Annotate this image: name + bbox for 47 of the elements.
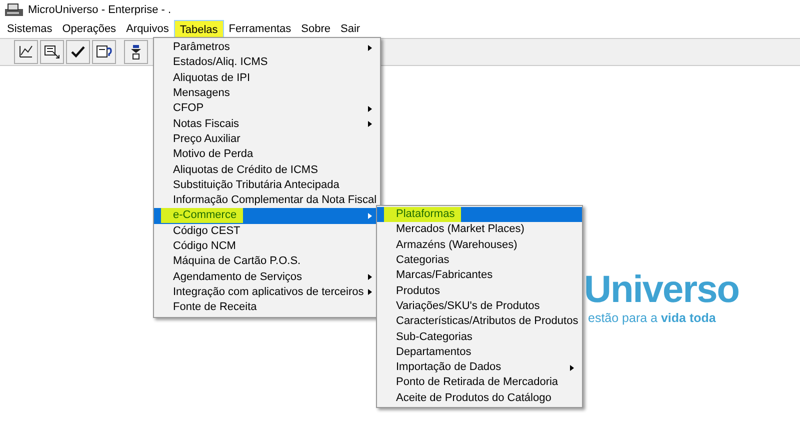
- menu-item[interactable]: Informação Complementar da Nota Fiscal: [154, 192, 380, 208]
- menu-item[interactable]: Armazéns (Warehouses): [377, 238, 582, 253]
- menu-item[interactable]: Importação de Dados: [377, 360, 582, 376]
- toolbar-button[interactable]: [14, 40, 38, 64]
- menu-item[interactable]: Marcas/Fabricantes: [377, 268, 582, 284]
- menu-bar-item[interactable]: Ferramentas: [224, 20, 296, 38]
- app-icon: [4, 3, 24, 17]
- menu-bar-item[interactable]: Sistemas: [2, 20, 58, 38]
- toolbar-button[interactable]: [66, 40, 90, 64]
- menu-item[interactable]: Ponto de Retirada de Mercadoria: [377, 375, 582, 391]
- menu-item[interactable]: Preço Auxiliar: [154, 132, 380, 148]
- menu-item[interactable]: Agendamento de Serviços: [154, 269, 380, 285]
- menu-bar-item[interactable]: Sobre: [296, 20, 336, 38]
- menu-item[interactable]: Código CEST: [154, 224, 380, 239]
- menu-bar-item[interactable]: Operações: [57, 20, 122, 38]
- menu-item[interactable]: Características/Atributos de Produtos: [377, 314, 582, 330]
- menu-item[interactable]: Aliquotas de Crédito de ICMS: [154, 162, 380, 178]
- menu-item[interactable]: Variações/SKU's de Produtos: [377, 298, 582, 314]
- menu-item[interactable]: Aliquotas de IPI: [154, 70, 380, 86]
- menu-item[interactable]: Mercados (Market Places): [377, 222, 582, 238]
- menu-bar-item[interactable]: Tabelas: [174, 20, 224, 38]
- menu-item[interactable]: Produtos: [377, 283, 582, 299]
- menu-item[interactable]: Sub-Categorias: [377, 329, 582, 345]
- menu-item[interactable]: Integração com aplicativos de terceiros: [154, 284, 380, 300]
- menu-item[interactable]: Notas Fiscais: [154, 116, 380, 132]
- menu-item[interactable]: Fonte de Receita: [154, 300, 380, 316]
- logo-tagline: estão para a vida toda: [587, 310, 716, 326]
- logo-name: Universo: [584, 270, 740, 310]
- toolbar-button[interactable]: [92, 40, 116, 64]
- toolbar-button[interactable]: [40, 40, 64, 64]
- window-title: MicroUniverso - Enterprise - .: [28, 2, 172, 18]
- menu-item[interactable]: Departamentos: [377, 344, 582, 360]
- menu-item[interactable]: Aceite de Produtos do Catálogo: [377, 390, 582, 406]
- menu-bar-item[interactable]: Arquivos: [121, 20, 174, 38]
- menu-item[interactable]: Categorias: [377, 252, 582, 268]
- menu-item[interactable]: Plataformas: [377, 207, 582, 222]
- form-icon: [43, 43, 61, 61]
- menu-item[interactable]: Substituição Tributária Antecipada: [154, 178, 380, 193]
- menu-item[interactable]: Parâmetros: [154, 40, 380, 56]
- menu-item[interactable]: Mensagens: [154, 86, 380, 102]
- menu-item[interactable]: Máquina de Cartão P.O.S.: [154, 254, 380, 270]
- menu-item[interactable]: Código NCM: [154, 238, 380, 254]
- toolbar-button[interactable]: [124, 40, 148, 64]
- menu-bar-item[interactable]: Sair: [336, 20, 366, 38]
- menu-item[interactable]: CFOP: [154, 101, 380, 116]
- menu-item[interactable]: Estados/Aliq. ICMS: [154, 55, 380, 71]
- menu-item[interactable]: Motivo de Perda: [154, 147, 380, 162]
